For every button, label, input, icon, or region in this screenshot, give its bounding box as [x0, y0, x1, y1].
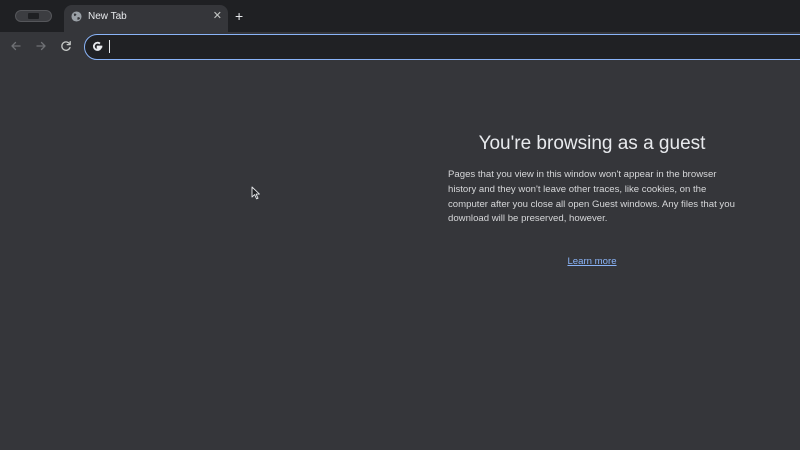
tab-new-tab[interactable]: New Tab ✕	[64, 5, 228, 32]
tab-title: New Tab	[88, 11, 127, 22]
guest-icon	[28, 13, 39, 19]
google-g-icon	[93, 41, 103, 51]
learn-more-link[interactable]: Learn more	[448, 255, 736, 269]
address-bar[interactable]	[84, 34, 800, 60]
reload-icon[interactable]	[59, 39, 73, 53]
back-arrow-icon[interactable]	[9, 39, 23, 53]
guest-description: Pages that you view in this window won't…	[448, 169, 735, 225]
browser-window: New Tab ✕ + You're browsing as a guest P…	[0, 0, 800, 450]
page-title: You're browsing as a guest	[478, 133, 706, 154]
close-tab-icon[interactable]: ✕	[213, 10, 222, 23]
guest-profile-button[interactable]	[15, 10, 52, 22]
toolbar	[0, 32, 800, 62]
guest-new-tab-page: You're browsing as a guest Pages that yo…	[0, 62, 800, 450]
text-cursor	[109, 40, 110, 53]
mouse-pointer-icon	[251, 186, 260, 200]
forward-arrow-icon[interactable]	[34, 39, 48, 53]
new-tab-button[interactable]: +	[235, 8, 243, 24]
globe-icon	[71, 11, 82, 22]
tab-strip: New Tab ✕ +	[0, 0, 800, 32]
